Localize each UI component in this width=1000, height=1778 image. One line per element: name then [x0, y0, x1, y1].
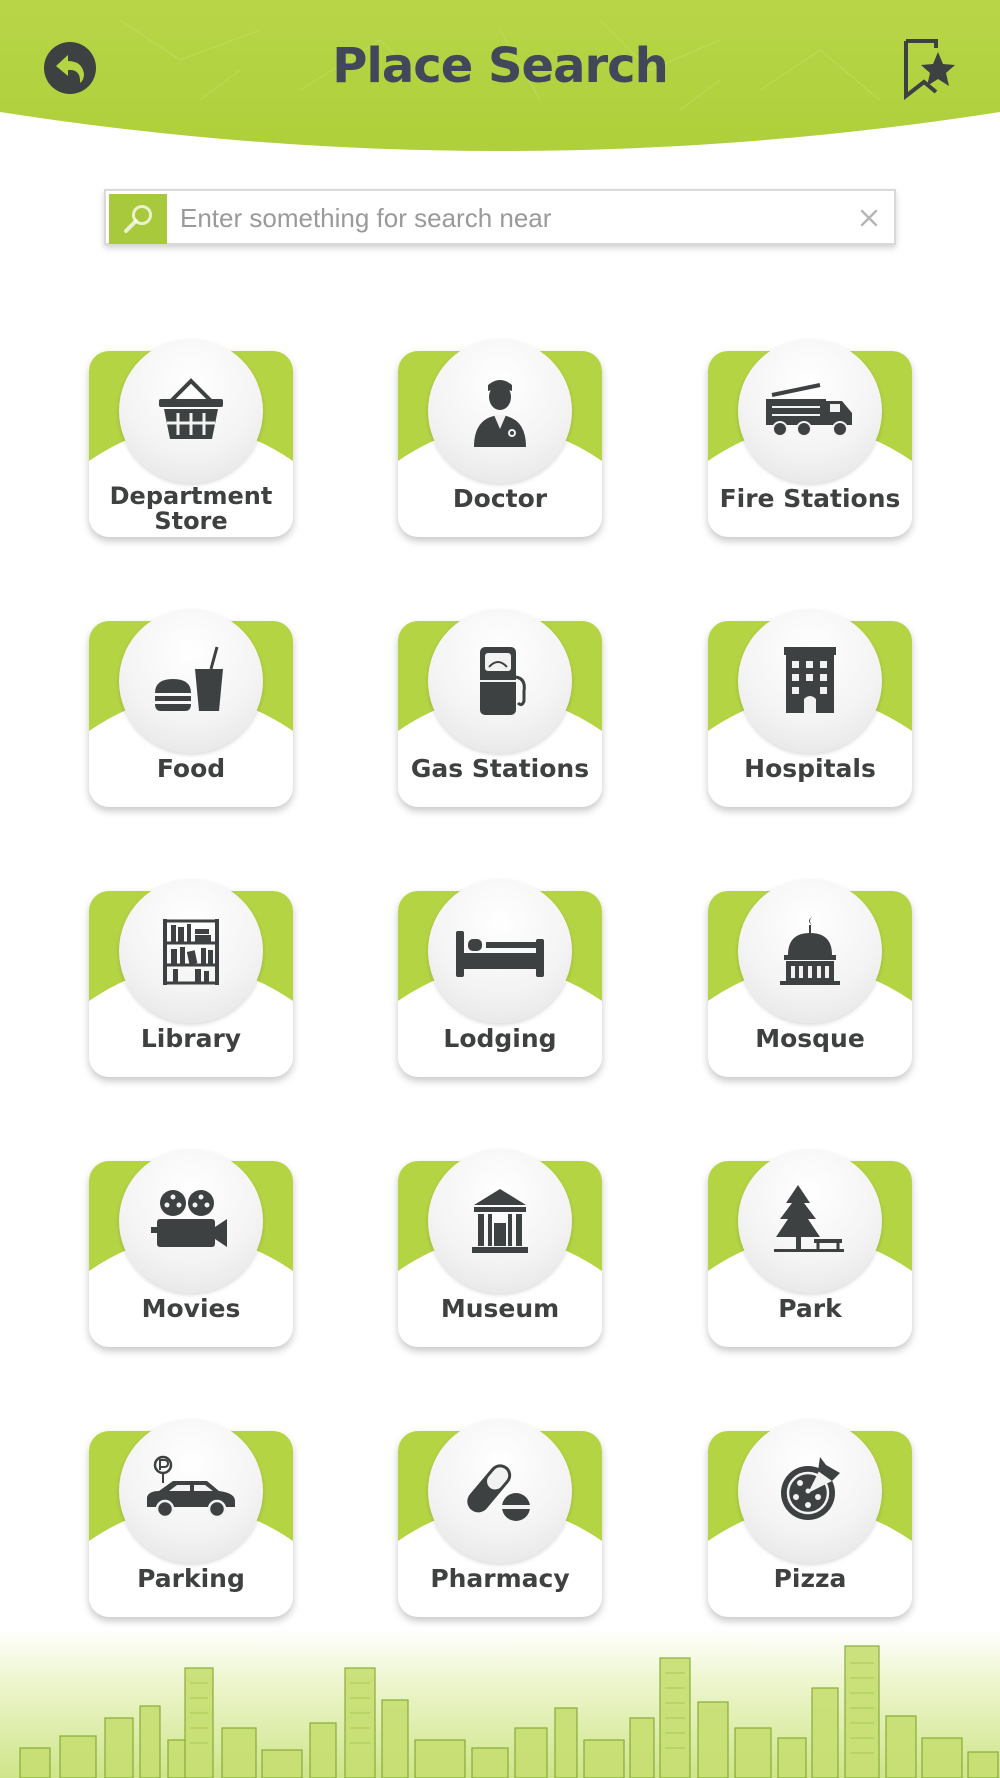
- pills-icon: [467, 1464, 530, 1521]
- hospital-building-icon: [784, 647, 836, 713]
- doctor-icon: [474, 380, 526, 447]
- icon-circle: [428, 609, 572, 753]
- category-park[interactable]: Park: [708, 1149, 912, 1347]
- shopping-basket-icon: [159, 378, 223, 439]
- movie-camera-icon: [151, 1190, 227, 1247]
- category-label: Parking: [137, 1564, 245, 1593]
- category-label: Hospitals: [744, 754, 876, 783]
- icon-circle: [119, 339, 263, 483]
- category-grid: Department Store Doctor Fire Stations Fo…: [0, 0, 1000, 1778]
- category-movies[interactable]: Movies: [89, 1149, 293, 1347]
- category-label: Gas Stations: [410, 754, 590, 783]
- museum-building-icon: [472, 1189, 528, 1253]
- category-label: Doctor: [452, 484, 548, 513]
- category-food[interactable]: Food: [89, 609, 293, 807]
- city-skyline-illustration: [0, 1628, 1000, 1778]
- icon-circle: [119, 1149, 263, 1293]
- category-department-store[interactable]: Department Store: [89, 339, 293, 537]
- icon-circle: [738, 1419, 882, 1563]
- category-gas-stations[interactable]: Gas Stations: [398, 609, 602, 807]
- category-pizza[interactable]: Pizza: [708, 1419, 912, 1617]
- category-doctor[interactable]: Doctor: [398, 339, 602, 537]
- category-label: Lodging: [443, 1024, 557, 1053]
- mosque-dome-icon: [780, 917, 840, 985]
- icon-circle: [738, 1149, 882, 1293]
- category-fire-stations[interactable]: Fire Stations: [708, 339, 912, 537]
- category-label: Mosque: [755, 1024, 865, 1053]
- category-label: Department Store: [109, 482, 273, 535]
- icon-circle: [119, 1419, 263, 1563]
- category-label: Library: [140, 1024, 242, 1053]
- icon-circle: [428, 1419, 572, 1563]
- skyline-drawing: [0, 1628, 1000, 1778]
- icon-circle: [119, 879, 263, 1023]
- icon-circle: [428, 879, 572, 1023]
- category-label: Museum: [440, 1294, 560, 1323]
- icon-circle: [738, 609, 882, 753]
- fuel-pump-icon: [480, 647, 526, 715]
- pizza-icon: [781, 1457, 840, 1520]
- icon-circle: [428, 339, 572, 483]
- icon-circle: [119, 609, 263, 753]
- category-label: Pizza: [773, 1564, 847, 1593]
- category-lodging[interactable]: Lodging: [398, 879, 602, 1077]
- category-parking[interactable]: Parking: [89, 1419, 293, 1617]
- tree-bench-icon: [774, 1185, 844, 1252]
- category-museum[interactable]: Museum: [398, 1149, 602, 1347]
- category-hospitals[interactable]: Hospitals: [708, 609, 912, 807]
- category-mosque[interactable]: Mosque: [708, 879, 912, 1077]
- icon-circle: [738, 339, 882, 483]
- category-library[interactable]: Library: [89, 879, 293, 1077]
- category-pharmacy[interactable]: Pharmacy: [398, 1419, 602, 1617]
- icon-circle: [428, 1149, 572, 1293]
- car-parking-icon: [147, 1455, 235, 1519]
- burger-drink-icon: [155, 646, 223, 711]
- category-label: Park: [778, 1294, 842, 1323]
- category-label: Pharmacy: [430, 1564, 570, 1593]
- bookshelf-icon: [163, 919, 219, 985]
- bed-icon: [456, 931, 544, 977]
- category-label: Movies: [141, 1294, 241, 1323]
- category-label: Fire Stations: [719, 484, 901, 513]
- category-label: Food: [156, 754, 226, 783]
- icon-circle: [738, 879, 882, 1023]
- fire-truck-icon: [766, 383, 852, 437]
